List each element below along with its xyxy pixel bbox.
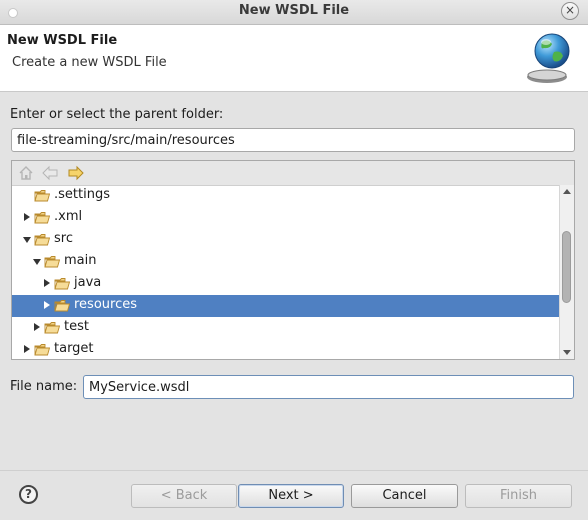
help-button[interactable]: ? <box>19 485 38 504</box>
next-button[interactable]: Next > <box>238 484 344 508</box>
parent-folder-input[interactable] <box>11 128 575 152</box>
wizard-banner: New WSDL File Create a new WSDL File <box>0 25 588 92</box>
folder-open-icon <box>34 212 50 224</box>
forward-arrow-icon[interactable] <box>67 164 85 182</box>
tree-toolbar <box>12 161 574 186</box>
tree-item-label: main <box>64 253 97 268</box>
tree-item-test[interactable]: test <box>12 317 560 339</box>
scroll-up-icon[interactable] <box>563 189 571 194</box>
folder-open-icon <box>34 234 50 246</box>
close-button[interactable]: × <box>561 2 579 20</box>
tree-item-main[interactable]: main <box>12 251 560 273</box>
title-bar: New WSDL File × <box>0 0 588 25</box>
tree-item-label: src <box>54 231 73 246</box>
tree-item-src[interactable]: src <box>12 229 560 251</box>
tree-item-label: java <box>74 275 102 290</box>
tree-item-label: resources <box>74 297 138 312</box>
globe-wizard-icon <box>527 33 570 83</box>
expand-icon[interactable] <box>24 213 30 221</box>
folder-open-icon <box>34 190 50 202</box>
back-button[interactable]: < Back <box>131 484 237 508</box>
folder-open-icon <box>34 344 50 356</box>
folder-open-icon <box>54 278 70 290</box>
back-arrow-icon[interactable] <box>41 164 59 182</box>
file-name-input[interactable] <box>83 375 574 399</box>
folder-tree-panel: .settings .xml src main java resources t… <box>11 160 575 360</box>
collapse-icon[interactable] <box>33 259 41 265</box>
page-description: Create a new WSDL File <box>12 55 167 70</box>
tree-item-target[interactable]: target <box>12 339 560 359</box>
folder-open-icon <box>44 322 60 334</box>
cancel-button[interactable]: Cancel <box>351 484 458 508</box>
tree-scrollbar[interactable] <box>559 185 574 359</box>
scroll-down-icon[interactable] <box>563 350 571 355</box>
tree-item-label: .settings <box>54 187 110 202</box>
window-title: New WSDL File <box>238 3 350 18</box>
tree-item-label: .xml <box>54 209 83 224</box>
expand-icon[interactable] <box>24 345 30 353</box>
folder-open-icon <box>54 300 70 312</box>
parent-folder-label: Enter or select the parent folder: <box>10 107 224 122</box>
expand-icon[interactable] <box>34 323 40 331</box>
finish-button[interactable]: Finish <box>465 484 572 508</box>
file-name-label: File name: <box>10 379 78 394</box>
tree-item-label: test <box>64 319 89 334</box>
tree-item-java[interactable]: java <box>12 273 560 295</box>
scrollbar-thumb[interactable] <box>562 231 571 303</box>
tree-item-label: target <box>54 341 94 356</box>
home-icon[interactable] <box>17 164 35 182</box>
folder-open-icon <box>44 256 60 268</box>
expand-icon[interactable] <box>44 301 50 309</box>
tree-item-resources[interactable]: resources <box>12 295 560 317</box>
expand-icon[interactable] <box>44 279 50 287</box>
tree-item-xml[interactable]: .xml <box>12 207 560 229</box>
collapse-icon[interactable] <box>23 237 31 243</box>
tree-item-settings[interactable]: .settings <box>12 185 560 207</box>
folder-tree: .settings .xml src main java resources t… <box>12 185 560 359</box>
footer-divider <box>0 470 588 471</box>
page-heading: New WSDL File <box>7 33 118 48</box>
